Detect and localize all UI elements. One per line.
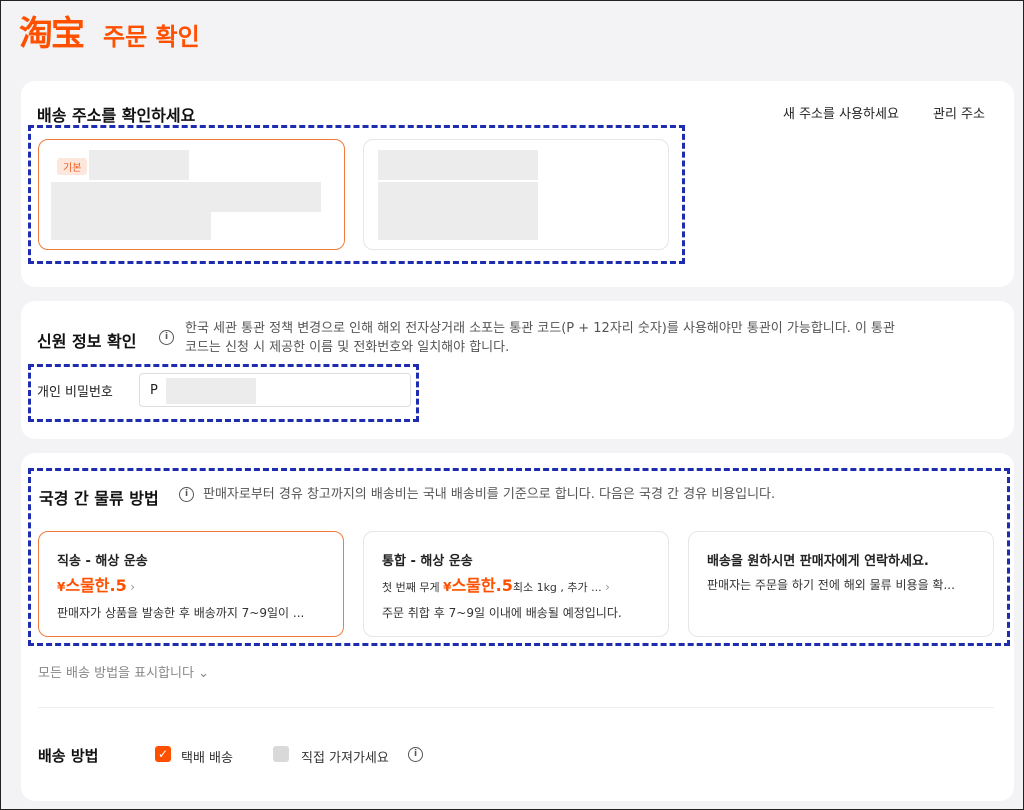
personal-code-label: 개인 비밀번호 <box>37 385 113 400</box>
option-price-line: 첫 번째 무게 ¥스물한.5최소 1kg , 추가 ... › <box>382 572 610 596</box>
shipping-note: 판매자로부터 경유 창고까지의 배송비는 국내 배송비를 기준으로 합니다. 다… <box>203 487 776 502</box>
blurred-address-line <box>378 182 538 212</box>
divider <box>38 707 994 708</box>
shipping-option-consolidated[interactable]: 통합 - 해상 운송 첫 번째 무게 ¥스물한.5최소 1kg , 추가 ...… <box>363 531 669 637</box>
taobao-logo: 淘宝 <box>19 14 85 54</box>
address-section: 배송 주소를 확인하세요 새 주소를 사용하세요 관리 주소 기본 <box>21 81 1014 287</box>
personal-code-input[interactable]: P <box>139 373 411 407</box>
blurred-address-phone <box>378 212 538 240</box>
option-desc: 판매자는 주문을 하기 전에 해외 물류 비용을 확... <box>707 578 955 592</box>
show-all-label: 모든 배송 방법을 표시합니다 <box>38 666 194 681</box>
personal-code-value: P <box>150 383 158 398</box>
option-desc: 주문 취합 후 7~9일 이내에 배송될 예정입니다. <box>382 606 622 620</box>
identity-note-line2: 코드는 신청 시 제공한 이름 및 전화번호와 일치해야 합니다. <box>185 340 510 355</box>
shipping-title: 국경 간 물류 방법 <box>39 489 159 508</box>
show-all-shipping-link[interactable]: 모든 배송 방법을 표시합니다 ⌄ <box>38 662 209 681</box>
header: 淘宝 주문 확인 <box>19 13 200 55</box>
option-price: 스물한.5 <box>65 576 127 595</box>
blurred-address-name <box>89 150 189 180</box>
pickup-checkbox[interactable] <box>273 746 289 762</box>
option-weight-label: 첫 번째 무게 <box>382 581 440 594</box>
info-icon[interactable]: i <box>159 330 174 345</box>
option-price-line: ¥스물한.5 › <box>57 572 135 596</box>
option-title: 통합 - 해상 운송 <box>382 554 473 569</box>
option-title: 배송을 원하시면 판매자에게 연락하세요. <box>707 554 929 569</box>
blurred-address-name <box>378 150 538 180</box>
chevron-down-icon: ⌄ <box>198 666 209 681</box>
option-price: 스물한.5 <box>451 576 513 595</box>
courier-checkbox[interactable]: ✓ <box>155 746 171 762</box>
blurred-address-line <box>51 182 321 212</box>
address-title: 배송 주소를 확인하세요 <box>37 106 196 125</box>
shipping-option-direct[interactable]: 직송 - 해상 운송 ¥스물한.5 › 판매자가 상품을 발송한 후 배송까지 … <box>38 531 344 637</box>
identity-title: 신원 정보 확인 <box>37 332 137 351</box>
option-title: 직송 - 해상 운송 <box>57 554 148 569</box>
identity-section: 신원 정보 확인 i 한국 세관 통관 정책 변경으로 인해 해외 전자상거래 … <box>21 301 1014 439</box>
blurred-code <box>166 378 256 404</box>
shipping-option-contact-seller[interactable]: 배송을 원하시면 판매자에게 연락하세요. 판매자는 주문을 하기 전에 해외 … <box>688 531 994 637</box>
option-weight-suffix: 최소 1kg , 추가 ... <box>512 581 602 594</box>
pickup-label[interactable]: 직접 가져가세요 <box>301 747 389 766</box>
shipping-section: 국경 간 물류 방법 i 판매자로부터 경유 창고까지의 배송비는 국내 배송비… <box>21 453 1014 801</box>
info-icon[interactable]: i <box>408 747 423 762</box>
blurred-address-phone <box>51 212 211 240</box>
default-badge: 기본 <box>57 158 88 175</box>
chevron-right-icon[interactable]: › <box>605 580 610 594</box>
info-icon[interactable]: i <box>179 487 194 502</box>
address-card-default[interactable]: 기본 <box>38 139 345 250</box>
chevron-right-icon[interactable]: › <box>130 580 135 594</box>
address-card-alternate[interactable] <box>363 139 669 250</box>
page-title: 주문 확인 <box>103 22 200 51</box>
courier-label[interactable]: 택배 배송 <box>181 747 233 766</box>
new-address-link[interactable]: 새 주소를 사용하세요 <box>783 103 899 122</box>
delivery-method-label: 배송 방법 <box>38 747 99 765</box>
option-desc: 판매자가 상품을 발송한 후 배송까지 7~9일이 ... <box>57 606 305 620</box>
manage-address-link[interactable]: 관리 주소 <box>933 103 985 122</box>
identity-note-line1: 한국 세관 통관 정책 변경으로 인해 해외 전자상거래 소포는 통관 코드(P… <box>185 321 895 336</box>
identity-note: 한국 세관 통관 정책 변경으로 인해 해외 전자상거래 소포는 통관 코드(P… <box>185 319 1000 357</box>
